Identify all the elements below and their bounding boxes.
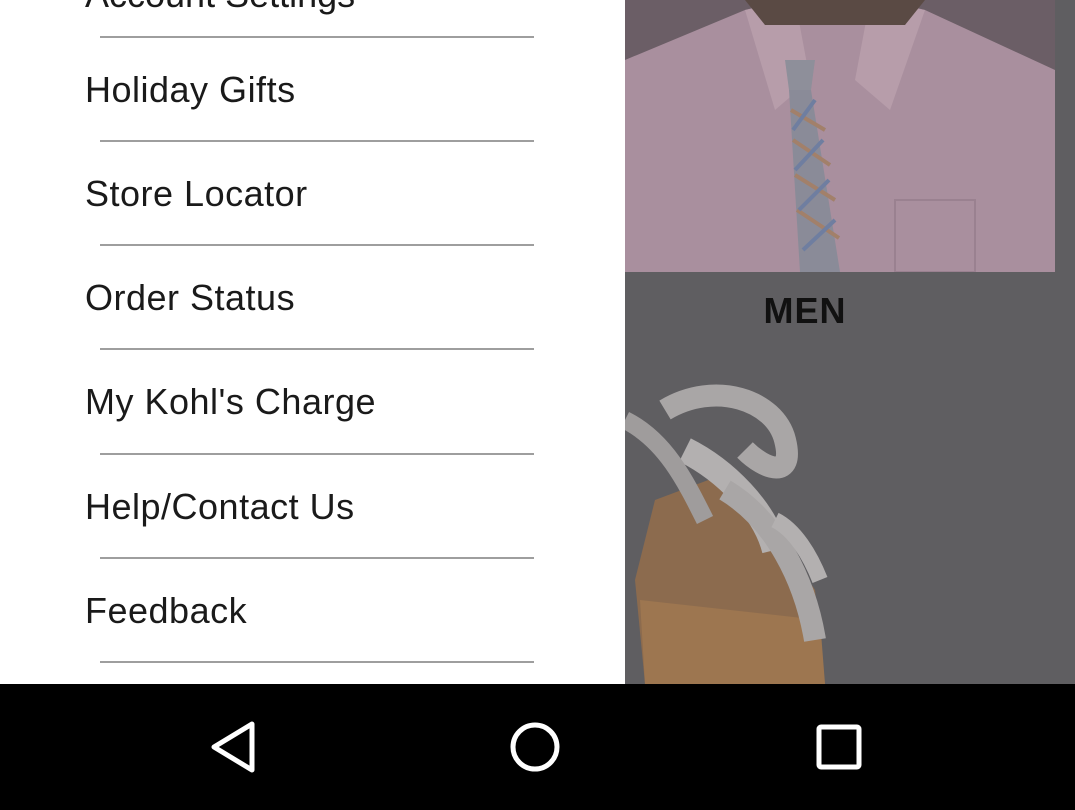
menu-item-store-locator[interactable]: Store Locator — [0, 142, 625, 246]
recents-square-icon — [816, 724, 862, 770]
menu-item-label: Order Status — [85, 277, 296, 318]
menu-item-kohls-charge[interactable]: My Kohl's Charge — [0, 350, 625, 454]
back-button[interactable] — [173, 684, 293, 810]
menu-item-feedback[interactable]: Feedback — [0, 559, 625, 663]
recents-button[interactable] — [779, 684, 899, 810]
menu-item-order-status[interactable]: Order Status — [0, 246, 625, 350]
menu-item-partial-label[interactable]: Account Settings — [85, 0, 355, 16]
app-screen: MEN Account Settings Holiday Gifts — [0, 0, 1075, 810]
menu-item-label: Feedback — [85, 590, 248, 631]
back-triangle-icon — [211, 721, 255, 773]
men-category-image — [625, 0, 1075, 272]
shoe-product-image — [625, 380, 1075, 684]
system-navigation-bar — [0, 684, 1075, 810]
home-button[interactable] — [475, 684, 595, 810]
menu-item-label: Holiday Gifts — [85, 69, 296, 110]
home-circle-icon — [510, 722, 560, 772]
menu-divider — [100, 661, 534, 663]
background-content-scrim[interactable]: MEN — [625, 0, 1075, 684]
menu-item-help-contact[interactable]: Help/Contact Us — [0, 455, 625, 559]
navigation-drawer: Account Settings Holiday Gifts Store Loc… — [0, 0, 625, 684]
menu-item-label: Store Locator — [85, 173, 308, 214]
menu-item-holiday-gifts[interactable]: Holiday Gifts — [0, 38, 625, 142]
men-category-label[interactable]: MEN — [625, 290, 985, 332]
menu-item-label: Help/Contact Us — [85, 486, 355, 527]
menu-item-label: My Kohl's Charge — [85, 381, 376, 422]
